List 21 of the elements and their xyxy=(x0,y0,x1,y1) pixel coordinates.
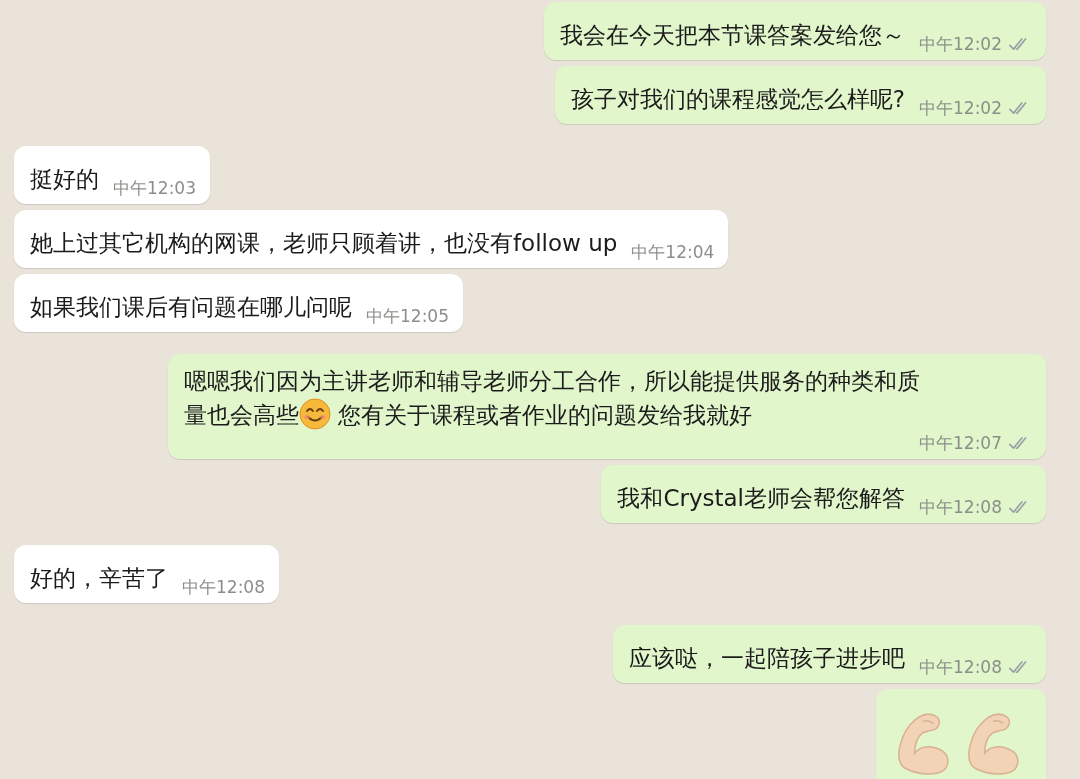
message-time: 中午12:05 xyxy=(366,305,449,328)
message-text: 应该哒，一起陪孩子进步吧 xyxy=(629,645,905,671)
message-time: 中午12:07 xyxy=(919,432,1002,455)
message-text: 您有关于课程或者作业的问题发给我就好 xyxy=(337,402,753,428)
message-time: 中午12:04 xyxy=(631,241,715,264)
message-time: 中午12:03 xyxy=(113,177,196,200)
message-text: 我会在今天把本节课答案发给您～ xyxy=(560,22,905,48)
message-time: 中午12:02 xyxy=(919,97,1002,120)
message-time: 中午12:08 xyxy=(182,576,265,599)
message-text: 好的，辛苦了 xyxy=(30,565,168,591)
message-text: 挺好的 xyxy=(30,166,99,192)
message-time: 中午12:08 xyxy=(919,656,1002,679)
message-text: 我和Crystal老师会帮您解答 xyxy=(617,485,905,511)
message-text: 如果我们课后有问题在哪儿问呢 xyxy=(30,294,352,320)
message-time: 中午12:02 xyxy=(919,33,1002,56)
smiling-face-icon xyxy=(299,398,331,430)
message-time: 中午12:08 xyxy=(919,496,1002,519)
message-text: 她上过其它机构的网课，老师只顾着讲，也没有follow up xyxy=(30,230,618,256)
message-text: 量也会高些 xyxy=(184,402,299,428)
message-text: 嗯嗯我们因为主讲老师和辅导老师分工合作，所以能提供服务的种类和质 xyxy=(184,367,920,396)
message-text: 孩子对我们的课程感觉怎么样呢? xyxy=(570,86,905,112)
